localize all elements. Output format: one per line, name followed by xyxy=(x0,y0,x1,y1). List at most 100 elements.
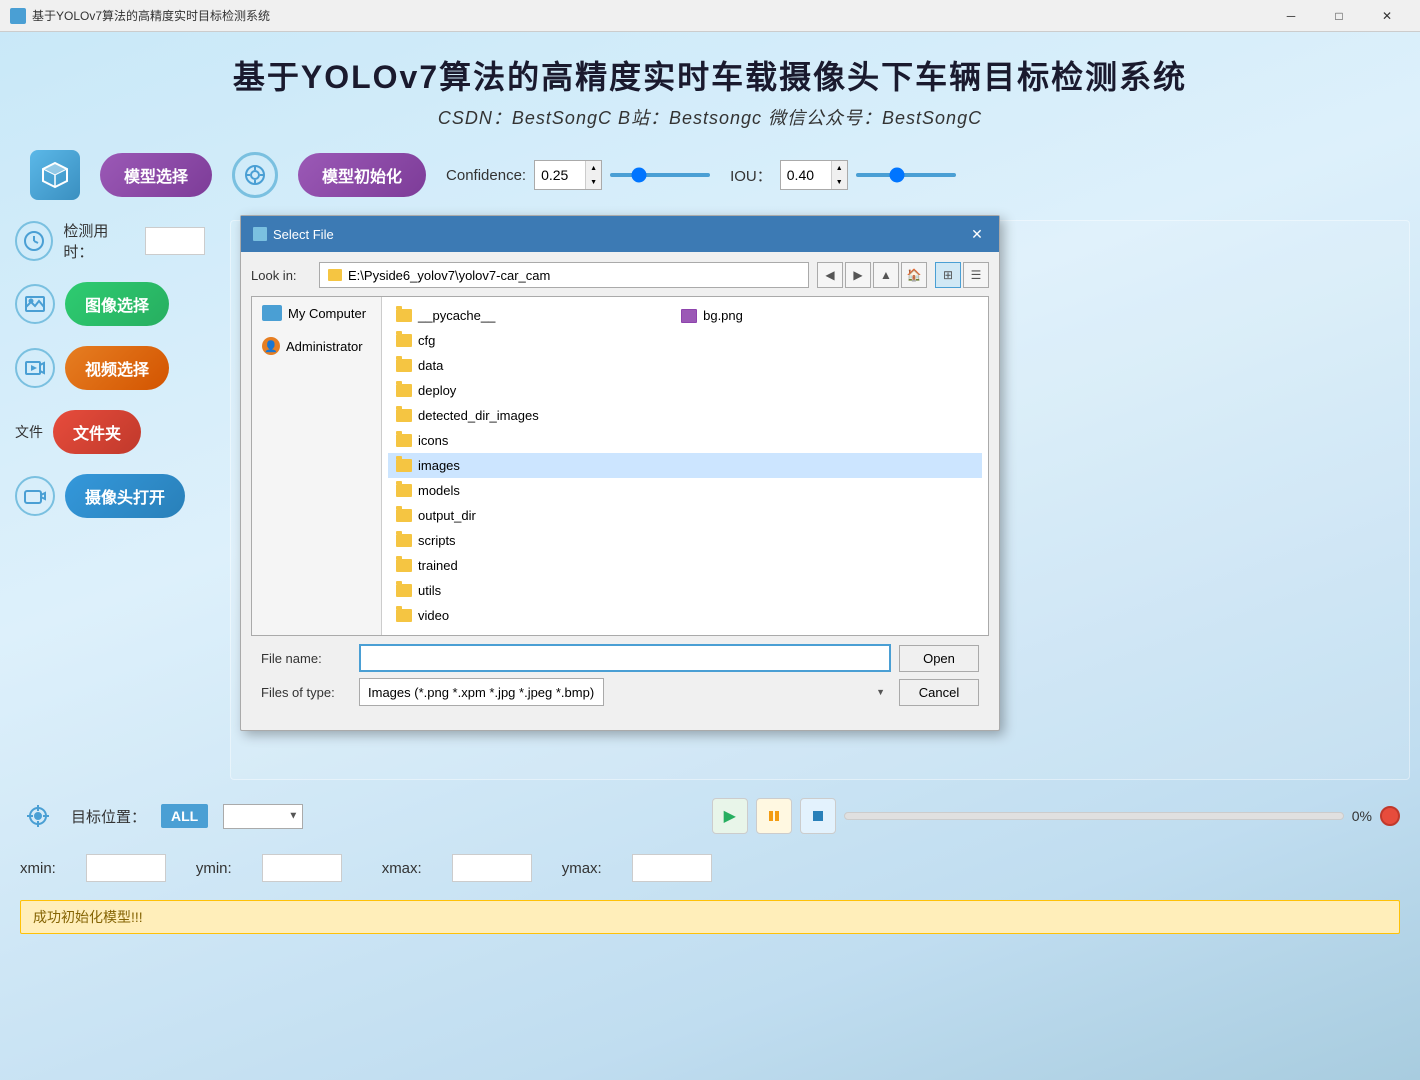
stop-button[interactable] xyxy=(800,798,836,834)
folder-button[interactable]: 文件夹 xyxy=(53,410,141,454)
iou-up-arrow[interactable]: ▲ xyxy=(831,161,847,175)
model-cube-icon xyxy=(30,150,80,200)
camera-item: 摄像头打开 xyxy=(15,474,205,518)
close-button[interactable]: ✕ xyxy=(1364,0,1410,32)
dialog-title-icon xyxy=(253,227,267,241)
folder-icon xyxy=(396,384,412,397)
file-name: trained xyxy=(418,558,458,573)
xmin-input[interactable] xyxy=(86,854,166,882)
filetype-wrapper[interactable]: Images (*.png *.xpm *.jpg *.jpeg *.bmp) xyxy=(359,678,891,706)
lookin-controls: ◀ ▶ ▲ 🏠 xyxy=(817,262,927,288)
filename-input[interactable] xyxy=(359,644,891,672)
app-header: 基于YOLOv7算法的高精度实时车载摄像头下车辆目标检测系统 CSDN：Best… xyxy=(0,32,1420,140)
list-item[interactable]: images xyxy=(388,453,982,478)
folder-label: 文件 xyxy=(15,422,43,442)
list-item[interactable]: models xyxy=(388,478,982,503)
ymax-label: ymax: xyxy=(562,860,602,877)
bottom-controls: 目标位置： ALL ▶ 0% xyxy=(0,790,1420,942)
model-select-button[interactable]: 模型选择 xyxy=(100,153,212,197)
confidence-spinbox[interactable]: ▲ ▼ xyxy=(534,160,602,190)
xmax-label: xmax: xyxy=(382,860,422,877)
maximize-button[interactable]: □ xyxy=(1316,0,1362,32)
title-bar: 基于YOLOv7算法的高精度实时目标检测系统 ─ □ ✕ xyxy=(0,0,1420,32)
view-list-button[interactable]: ☰ xyxy=(963,262,989,288)
confidence-label: Confidence: xyxy=(446,167,526,184)
pause-button[interactable] xyxy=(756,798,792,834)
view-icons-button[interactable]: ⊞ xyxy=(935,262,961,288)
app-title: 基于YOLOv7算法的高精度实时车载摄像头下车辆目标检测系统 xyxy=(0,52,1420,98)
list-item[interactable]: trained xyxy=(388,553,982,578)
play-button[interactable]: ▶ xyxy=(712,798,748,834)
lookin-forward-button[interactable]: ▶ xyxy=(845,262,871,288)
file-name: __pycache__ xyxy=(418,308,495,323)
dialog-close-button[interactable]: ✕ xyxy=(967,224,987,244)
dialog-footer: File name: Open Files of type: Images (*… xyxy=(251,636,989,720)
confidence-slider[interactable] xyxy=(610,173,710,177)
place-my-computer[interactable]: My Computer xyxy=(252,297,381,329)
image-select-item: 图像选择 xyxy=(15,282,205,326)
confidence-up-arrow[interactable]: ▲ xyxy=(585,161,601,175)
iou-slider[interactable] xyxy=(856,173,956,177)
iou-input[interactable] xyxy=(781,161,831,189)
confidence-down-arrow[interactable]: ▼ xyxy=(585,175,601,189)
list-item[interactable]: bg.png xyxy=(673,303,958,328)
dialog-titlebar: Select File ✕ xyxy=(241,216,999,252)
status-bar: 成功初始化模型!!! xyxy=(20,900,1400,934)
folder-icon xyxy=(396,334,412,347)
file-name: models xyxy=(418,483,460,498)
iou-spinbox[interactable]: ▲ ▼ xyxy=(780,160,848,190)
progress-bar xyxy=(844,812,1344,820)
iou-down-arrow[interactable]: ▼ xyxy=(831,175,847,189)
xmin-label: xmin: xyxy=(20,860,56,877)
all-badge: ALL xyxy=(161,804,208,828)
list-item[interactable]: cfg xyxy=(388,328,982,353)
dialog-title: Select File xyxy=(273,227,334,242)
dialog-body: Look in: E:\Pyside6_yolov7\yolov7-car_ca… xyxy=(241,252,999,730)
xmax-row: xmax: ymax: xyxy=(382,854,712,882)
lookin-up-button[interactable]: ▲ xyxy=(873,262,899,288)
target-circle-icon xyxy=(232,152,278,198)
lookin-home-button[interactable]: 🏠 xyxy=(901,262,927,288)
list-item[interactable]: output_dir xyxy=(388,503,982,528)
ymax-input[interactable] xyxy=(632,854,712,882)
cancel-button[interactable]: Cancel xyxy=(899,679,979,706)
dialog-panels: My Computer 👤 Administrator __pycache__ … xyxy=(251,296,989,636)
camera-button[interactable]: 摄像头打开 xyxy=(65,474,185,518)
list-item[interactable]: icons xyxy=(388,428,982,453)
target-dropdown-wrapper[interactable] xyxy=(223,804,303,829)
confidence-input[interactable] xyxy=(535,161,585,189)
view-buttons: ⊞ ☰ xyxy=(935,262,989,288)
lookin-row: Look in: E:\Pyside6_yolov7\yolov7-car_ca… xyxy=(251,262,989,288)
list-item[interactable]: deploy xyxy=(388,378,982,403)
open-button[interactable]: Open xyxy=(899,645,979,672)
video-select-button[interactable]: 视频选择 xyxy=(65,346,169,390)
filetype-label: Files of type: xyxy=(261,685,351,700)
folder-icon xyxy=(396,459,412,472)
lookin-back-button[interactable]: ◀ xyxy=(817,262,843,288)
ymin-input[interactable] xyxy=(262,854,342,882)
target-dropdown[interactable] xyxy=(223,804,303,829)
progress-percent: 0% xyxy=(1352,808,1372,824)
user-icon: 👤 xyxy=(262,337,280,355)
list-item[interactable]: video xyxy=(388,603,982,628)
xmax-input[interactable] xyxy=(452,854,532,882)
places-panel: My Computer 👤 Administrator xyxy=(252,297,382,635)
window-title: 基于YOLOv7算法的高精度实时目标检测系统 xyxy=(32,7,1268,24)
list-item[interactable]: data xyxy=(388,353,982,378)
list-item[interactable]: detected_dir_images xyxy=(388,403,982,428)
file-name: cfg xyxy=(418,333,435,348)
minimize-button[interactable]: ─ xyxy=(1268,0,1314,32)
list-item[interactable]: __pycache__ xyxy=(388,303,673,328)
folder-icon xyxy=(396,534,412,547)
place-administrator[interactable]: 👤 Administrator xyxy=(252,329,381,363)
image-select-button[interactable]: 图像选择 xyxy=(65,282,169,326)
xmin-row: xmin: ymin: xyxy=(20,854,342,882)
list-item[interactable]: utils xyxy=(388,578,982,603)
list-item[interactable]: scripts xyxy=(388,528,982,553)
record-button[interactable] xyxy=(1380,806,1400,826)
model-init-button[interactable]: 模型初始化 xyxy=(298,153,426,197)
file-name: deploy xyxy=(418,383,456,398)
detect-time-item: 检测用时： xyxy=(15,220,205,262)
filetype-select[interactable]: Images (*.png *.xpm *.jpg *.jpeg *.bmp) xyxy=(359,678,604,706)
lookin-folder-icon xyxy=(328,269,342,281)
